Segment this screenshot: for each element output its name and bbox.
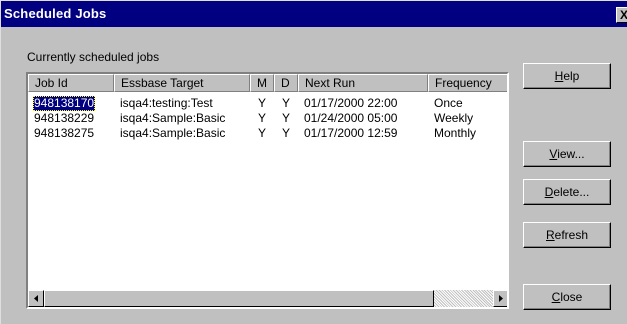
jobs-list[interactable]: Job Id Essbase Target M D Next Run Frequ… xyxy=(26,72,509,309)
job-id-cell: 948138275 xyxy=(34,126,95,140)
d-cell: Y xyxy=(282,111,291,125)
view-button[interactable]: View... xyxy=(523,141,611,167)
column-header-essbase-target[interactable]: Essbase Target xyxy=(114,74,250,92)
m-cell: Y xyxy=(258,111,267,125)
next-run-cell: 01/17/2000 22:00 xyxy=(304,96,398,110)
frequency-cell: Once xyxy=(434,96,463,110)
column-header-job-id[interactable]: Job Id xyxy=(28,74,114,92)
frequency-cell: Monthly xyxy=(434,126,477,140)
m-cell: Y xyxy=(258,126,267,140)
horizontal-scrollbar[interactable] xyxy=(28,290,507,307)
m-cell: Y xyxy=(258,96,267,110)
delete-button[interactable]: Delete... xyxy=(523,179,611,205)
close-window-button[interactable]: X xyxy=(616,7,627,23)
d-cell: Y xyxy=(282,126,291,140)
column-header-frequency[interactable]: Frequency xyxy=(428,74,507,92)
column-header-m[interactable]: M xyxy=(250,74,274,92)
refresh-button[interactable]: Refresh xyxy=(523,222,611,248)
scroll-thumb[interactable] xyxy=(44,290,434,307)
table-row[interactable]: 948138275 isqa4:Sample:Basic Y Y 01/17/2… xyxy=(28,126,507,141)
arrow-left-icon[interactable] xyxy=(28,290,44,307)
column-header-d[interactable]: D xyxy=(274,74,298,92)
scroll-track-remaining[interactable] xyxy=(434,290,493,307)
scheduled-jobs-dialog: Scheduled Jobs X Currently scheduled job… xyxy=(0,0,627,324)
next-run-cell: 01/17/2000 12:59 xyxy=(304,126,398,140)
arrow-right-icon[interactable] xyxy=(493,290,507,307)
table-row[interactable]: 948138170 isqa4:testing:Test Y Y 01/17/2… xyxy=(28,96,507,111)
target-cell: isqa4:Sample:Basic xyxy=(120,111,226,125)
job-id-cell: 948138170 xyxy=(33,96,96,111)
list-header: Job Id Essbase Target M D Next Run Frequ… xyxy=(28,74,507,92)
help-button[interactable]: Help xyxy=(523,63,611,89)
next-run-cell: 01/24/2000 05:00 xyxy=(304,111,398,125)
target-cell: isqa4:Sample:Basic xyxy=(120,126,226,140)
target-cell: isqa4:testing:Test xyxy=(120,96,213,110)
frequency-cell: Weekly xyxy=(434,111,474,125)
window-title: Scheduled Jobs xyxy=(4,6,107,21)
job-id-cell: 948138229 xyxy=(34,111,95,125)
list-caption: Currently scheduled jobs xyxy=(27,50,160,64)
column-header-next-run[interactable]: Next Run xyxy=(298,74,428,92)
d-cell: Y xyxy=(282,96,291,110)
table-row[interactable]: 948138229 isqa4:Sample:Basic Y Y 01/24/2… xyxy=(28,111,507,126)
close-button[interactable]: Close xyxy=(523,284,611,310)
title-bar[interactable]: Scheduled Jobs X xyxy=(1,1,627,27)
